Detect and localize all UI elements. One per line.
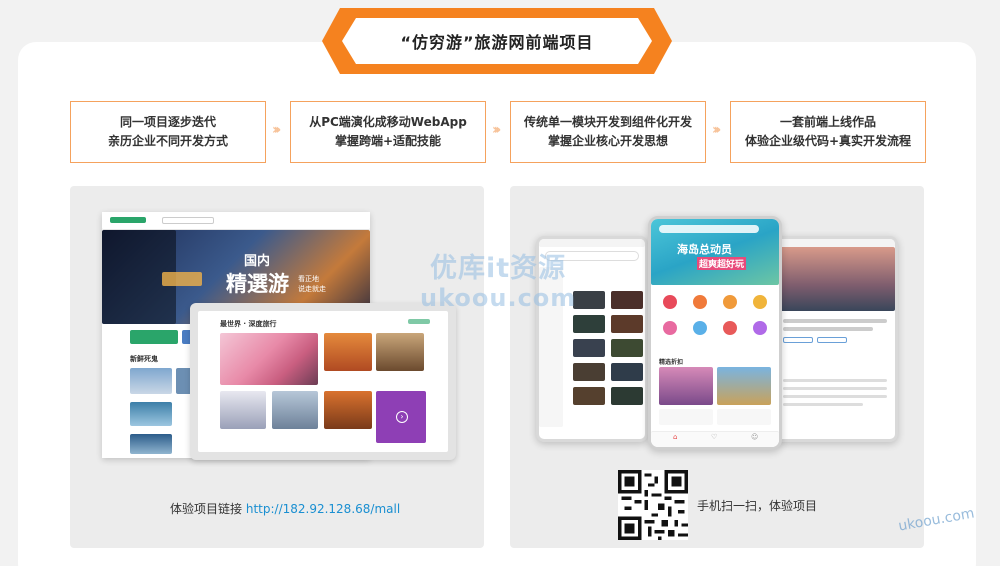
chevron-right-icon: ››› bbox=[492, 122, 502, 138]
feature-box-4: 一套前端上线作品 体验企业级代码+真实开发流程 bbox=[730, 101, 926, 163]
feature-4-line1: 一套前端上线作品 bbox=[779, 115, 876, 129]
page-title: “仿穷游”旅游网前端项目 bbox=[400, 33, 594, 52]
watermark-url: ukoou.com bbox=[420, 284, 577, 312]
category-icon[interactable] bbox=[723, 321, 737, 335]
category-icon[interactable] bbox=[693, 295, 707, 309]
category-icon[interactable] bbox=[753, 321, 767, 335]
category-icon[interactable] bbox=[663, 321, 677, 335]
feature-1-line2: 亲历企业不同开发方式 bbox=[107, 134, 228, 148]
feature-3-line2: 掌握企业核心开发思想 bbox=[547, 134, 668, 148]
favorite-tab-icon[interactable]: ♡ bbox=[711, 433, 717, 441]
feature-box-3: 传统单一模块开发到组件化开发 掌握企业核心开发思想 bbox=[510, 101, 706, 163]
phone-mockup: 海岛总动员 超爽超好玩 精选折扣 ⌂ ♡ ☺ bbox=[648, 216, 782, 450]
home-tab-icon[interactable]: ⌂ bbox=[673, 433, 677, 441]
phone-section-title: 精选折扣 bbox=[659, 359, 684, 366]
category-icon[interactable] bbox=[753, 295, 767, 309]
feature-2-line1: 从PC端演化成移动WebApp bbox=[309, 115, 467, 129]
feature-4-line2: 体验企业级代码+真实开发流程 bbox=[744, 134, 912, 148]
project-link-row: 体验项目链接 http://182.92.128.68/mall bbox=[170, 500, 400, 517]
profile-tab-icon[interactable]: ☺ bbox=[751, 433, 758, 441]
feature-1-line1: 同一项目逐步迭代 bbox=[119, 115, 216, 129]
feature-box-1: 同一项目逐步迭代 亲历企业不同开发方式 bbox=[70, 101, 266, 163]
tablet-mockup: 最世界 · 深度旅行 › bbox=[190, 303, 456, 460]
phone-banner-line1: 海岛总动员 bbox=[677, 243, 732, 256]
link-label: 体验项目链接 bbox=[170, 502, 243, 516]
hero-line2: 精選游 bbox=[226, 272, 289, 296]
hero-line3: 看正地 bbox=[298, 275, 319, 283]
category-icon[interactable] bbox=[693, 321, 707, 335]
chevron-right-icon: ››› bbox=[712, 122, 722, 138]
phone-banner-line2: 超爽超好玩 bbox=[697, 257, 747, 270]
feature-box-2: 从PC端演化成移动WebApp 掌握跨端+适配技能 bbox=[290, 101, 486, 163]
desktop-section-title: 新鲜死鬼 bbox=[130, 355, 158, 363]
category-icon[interactable] bbox=[723, 295, 737, 309]
qr-code-image bbox=[618, 470, 688, 540]
chevron-right-icon: ››› bbox=[272, 122, 282, 138]
arrow-right-icon: › bbox=[396, 411, 408, 423]
hero-line4: 说走就走 bbox=[298, 285, 326, 293]
feature-3-line1: 传统单一模块开发到组件化开发 bbox=[523, 115, 692, 129]
category-icon[interactable] bbox=[663, 295, 677, 309]
hero-line1: 国内 bbox=[244, 254, 271, 269]
project-link[interactable]: http://182.92.128.68/mall bbox=[246, 502, 400, 516]
qr-caption: 手机扫一扫，体验项目 bbox=[697, 499, 818, 513]
tablet-right-mockup bbox=[774, 236, 898, 442]
feature-2-line2: 掌握跨端+适配技能 bbox=[334, 134, 442, 148]
watermark-text: 优库it资源 bbox=[430, 253, 567, 284]
tablet-title: 最世界 · 深度旅行 bbox=[220, 320, 277, 328]
